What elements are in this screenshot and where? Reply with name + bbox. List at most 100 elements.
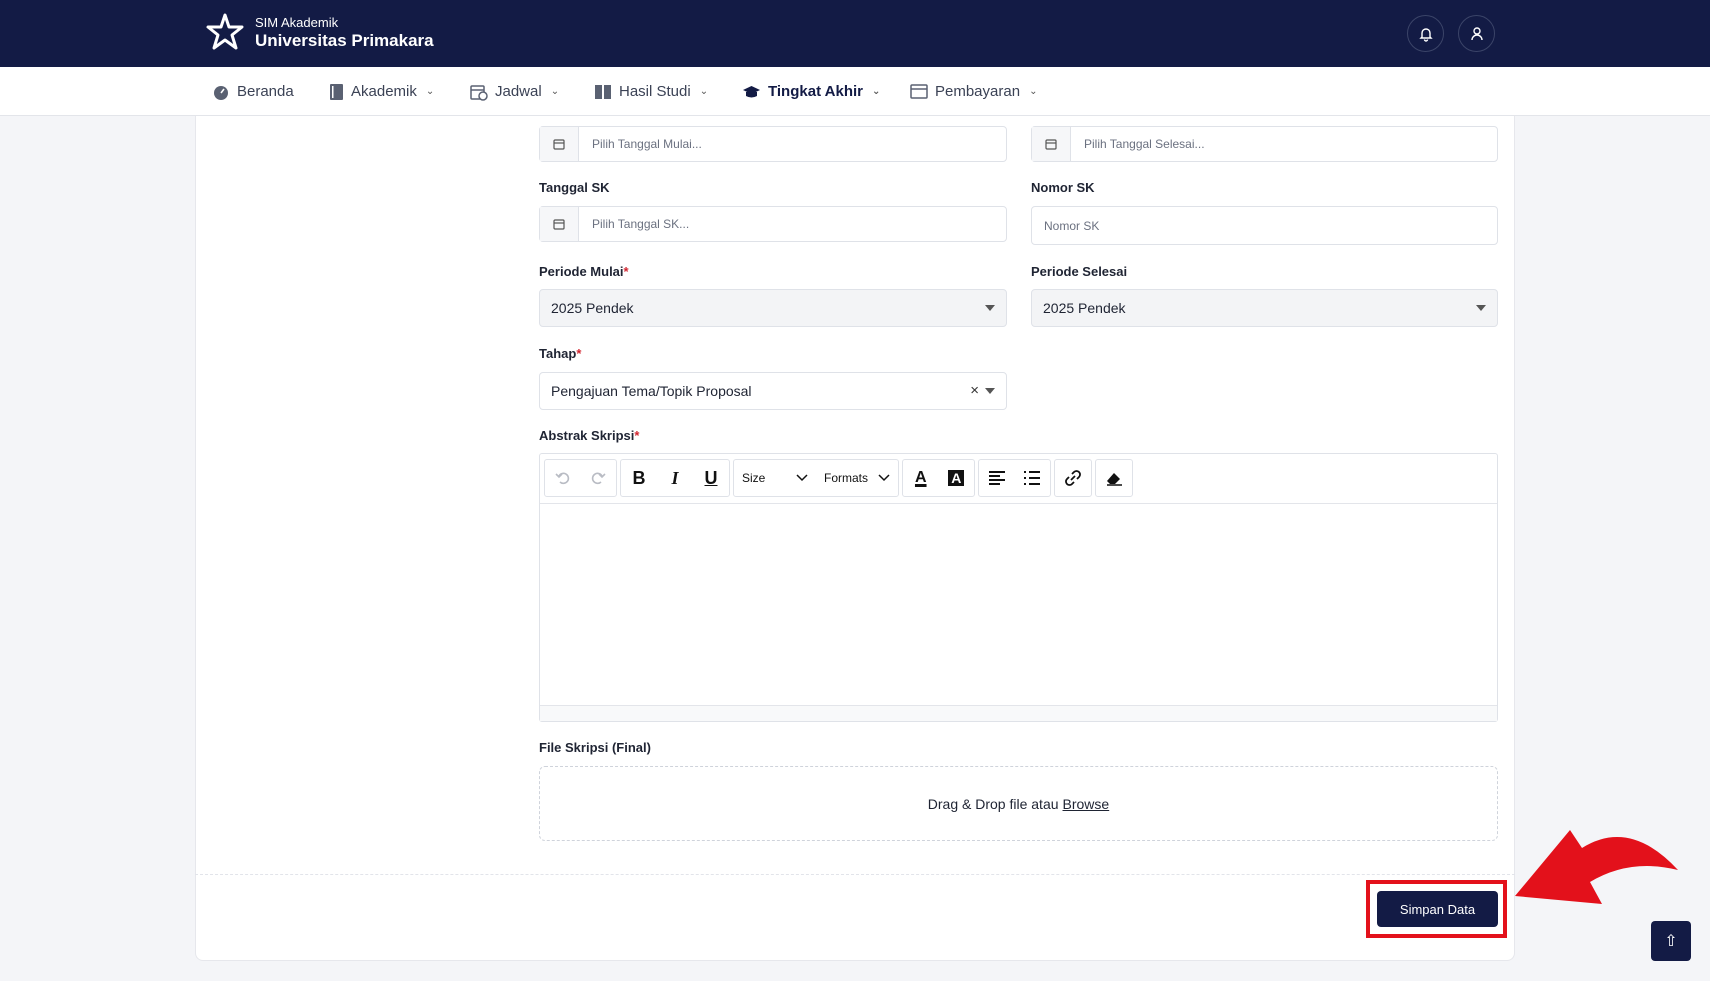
periode-mulai-value: 2025 Pendek [551, 300, 634, 316]
link-icon [1065, 470, 1081, 486]
periode-mulai-label: Periode Mulai* [539, 264, 629, 279]
chevron-down-icon [878, 474, 890, 482]
nomor-sk-label: Nomor SK [1031, 180, 1095, 195]
bold-button[interactable]: B [621, 460, 657, 496]
align-left-icon [988, 471, 1005, 485]
nav-item-akademik[interactable]: Akademik ⌄ [329, 67, 434, 116]
tanggal-selesai-input[interactable]: Pilih Tanggal Selesai... [1031, 126, 1498, 162]
background-color-button[interactable]: A [939, 460, 975, 496]
nav-item-hasil-studi[interactable]: Hasil Studi ⌄ [594, 67, 708, 116]
dropzone-text: Drag & Drop file atau [927, 795, 1059, 812]
tahap-select[interactable]: Pengajuan Tema/Topik Proposal × [539, 372, 1007, 410]
italic-button[interactable]: I [657, 460, 693, 496]
book-icon [330, 83, 343, 100]
redo-button[interactable] [581, 460, 617, 496]
calendar-icon [553, 219, 565, 230]
font-color-button[interactable]: A [903, 460, 939, 496]
caret-down-icon [985, 388, 995, 394]
eraser-icon [1107, 473, 1122, 486]
numbered-list-icon [1024, 471, 1041, 485]
tahap-value: Pengajuan Tema/Topik Proposal [551, 383, 752, 399]
file-skripsi-label: File Skripsi (Final) [539, 740, 651, 755]
chevron-down-icon: ⌄ [550, 86, 560, 97]
periode-selesai-label: Periode Selesai [1031, 264, 1128, 279]
clear-format-button[interactable] [1096, 460, 1132, 496]
underline-button[interactable]: U [693, 460, 729, 496]
align-button[interactable] [979, 460, 1015, 496]
graduation-cap-icon [743, 85, 760, 97]
save-button[interactable]: Simpan Data [1377, 891, 1498, 927]
editor-statusbar [540, 705, 1497, 721]
nav-item-label: Hasil Studi [619, 83, 691, 100]
nav-item-label: Akademik [351, 83, 417, 100]
chevron-down-icon [796, 474, 808, 482]
tanggal-selesai-placeholder: Pilih Tanggal Selesai... [1084, 137, 1205, 151]
caret-down-icon [1476, 305, 1486, 311]
periode-selesai-select[interactable]: 2025 Pendek [1031, 289, 1498, 327]
formatting-group: B I U [620, 459, 730, 497]
calendar-clock-icon [470, 84, 488, 101]
notification-button[interactable] [1407, 15, 1444, 52]
university-logo-icon [206, 13, 244, 50]
undo-button[interactable] [545, 460, 581, 496]
open-book-icon [595, 84, 611, 99]
nav-item-label: Tingkat Akhir [768, 83, 864, 100]
nomor-sk-input[interactable]: Nomor SK [1031, 206, 1498, 245]
calendar-icon [553, 139, 565, 150]
card-divider [195, 874, 1515, 875]
annotation-arrow-icon [1515, 830, 1678, 904]
chevron-down-icon: ⌄ [1029, 86, 1038, 97]
top-bar: SIM Akademik Universitas Primakara [0, 0, 1710, 67]
card-icon [910, 84, 928, 99]
scroll-to-top-button[interactable]: ⇧ [1651, 921, 1691, 961]
nav-item-tingkat-akhir[interactable]: Tingkat Akhir ⌄ [742, 67, 880, 116]
abstrak-editor: B I U Size Formats A A [539, 453, 1498, 722]
clear-icon[interactable]: × [970, 382, 979, 399]
profile-button[interactable] [1458, 15, 1495, 52]
undo-icon [555, 472, 569, 485]
nav-item-label: Jadwal [495, 83, 542, 100]
nav-item-beranda[interactable]: Beranda [212, 67, 294, 116]
periode-mulai-select[interactable]: 2025 Pendek [539, 289, 1007, 327]
nav-item-label: Beranda [237, 83, 294, 100]
abstrak-label: Abstrak Skripsi* [539, 428, 640, 443]
size-select[interactable]: Size [734, 460, 816, 496]
tanggal-sk-input[interactable]: Pilih Tanggal SK... [539, 206, 1007, 242]
tanggal-mulai-placeholder: Pilih Tanggal Mulai... [592, 137, 702, 151]
link-button[interactable] [1055, 460, 1091, 496]
editor-toolbar: B I U Size Formats A A [540, 454, 1497, 504]
link-group [1054, 459, 1092, 497]
brand-subtitle: SIM Akademik [255, 15, 339, 30]
nav-item-pembayaran[interactable]: Pembayaran ⌄ [910, 67, 1037, 116]
brand-title: Universitas Primakara [255, 31, 434, 50]
dashboard-icon [214, 85, 228, 100]
brand[interactable]: SIM Akademik Universitas Primakara [205, 13, 434, 53]
nav-item-jadwal[interactable]: Jadwal ⌄ [470, 67, 559, 116]
chevron-down-icon: ⌄ [699, 86, 709, 97]
redo-icon [592, 472, 606, 485]
main-nav: Beranda Akademik ⌄ Jadwal ⌄ Hasil Studi … [0, 67, 1710, 116]
bell-icon [1418, 27, 1433, 42]
file-dropzone[interactable]: Drag & Drop file atau Browse [539, 766, 1498, 841]
color-group: A A [902, 459, 975, 497]
tanggal-mulai-input[interactable]: Pilih Tanggal Mulai... [539, 126, 1007, 162]
tanggal-sk-label: Tanggal SK [539, 180, 610, 195]
nav-item-label: Pembayaran [935, 83, 1021, 100]
paragraph-group [978, 459, 1051, 497]
user-icon [1470, 26, 1483, 40]
chevron-down-icon: ⌄ [425, 86, 435, 97]
formats-select[interactable]: Formats [816, 460, 898, 496]
caret-down-icon [985, 305, 995, 311]
calendar-icon [1045, 139, 1057, 150]
chevron-down-icon: ⌄ [872, 86, 881, 97]
history-group [544, 459, 617, 497]
background-color-icon: A [948, 470, 965, 486]
formats-label: Formats [824, 471, 869, 485]
browse-link[interactable]: Browse [1063, 796, 1110, 812]
clear-format-group [1095, 459, 1133, 497]
tahap-label: Tahap* [539, 346, 582, 361]
size-formats-group: Size Formats [733, 459, 899, 497]
tanggal-sk-placeholder: Pilih Tanggal SK... [592, 217, 690, 231]
size-label: Size [742, 471, 766, 485]
list-button[interactable] [1015, 460, 1051, 496]
